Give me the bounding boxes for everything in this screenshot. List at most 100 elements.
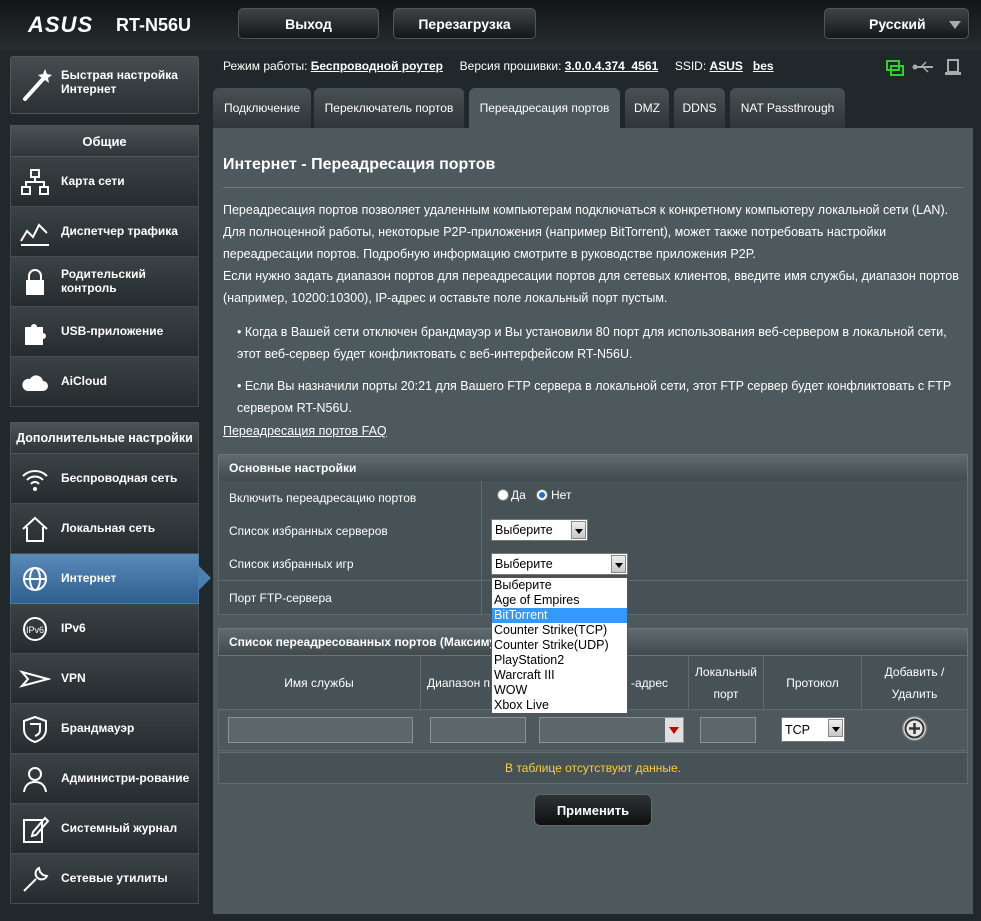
magic-wand-icon — [23, 69, 52, 101]
favorite-games-label: Список избранных игр — [229, 556, 354, 571]
sidebar-item-network-map[interactable]: Карта сети — [10, 157, 199, 207]
enable-forwarding-label: Включить переадресацию портов — [229, 490, 417, 505]
sidebar-item-puzzle[interactable]: USB-приложение — [10, 307, 199, 357]
basic-settings-header: Основные настройки — [218, 454, 968, 482]
mode-label: Режим работы: — [223, 59, 308, 73]
red-arrow-down-icon — [669, 727, 679, 734]
logout-button[interactable]: Выход — [238, 8, 379, 39]
reboot-button[interactable]: Перезагрузка — [393, 8, 536, 39]
game-option[interactable]: Counter Strike(TCP) — [492, 623, 627, 638]
col-add-delete: Добавить / Удалить — [862, 656, 968, 709]
title-divider — [223, 187, 963, 188]
sidebar-item-label: VPN — [61, 671, 86, 685]
active-menu-arrow — [199, 566, 211, 590]
log-icon — [23, 816, 50, 843]
sidebar-item-label: Карта сети — [61, 174, 125, 188]
faq-link[interactable]: Переадресация портов FAQ — [223, 424, 387, 438]
sidebar-item-tools[interactable]: Сетевые утилиты — [10, 854, 199, 904]
usb-icon[interactable] — [912, 61, 934, 73]
chevron-down-icon — [949, 21, 961, 29]
game-option[interactable]: BitTorrent — [492, 608, 627, 623]
status-icons — [885, 58, 965, 83]
col-service-name: Имя службы — [218, 656, 421, 709]
service-name-input[interactable] — [228, 717, 413, 743]
network-status-icon[interactable] — [886, 60, 904, 76]
game-option[interactable]: Warcraft III — [492, 668, 627, 683]
favorite-games-value: Выберите — [495, 557, 553, 571]
protocol-value: TCP — [785, 722, 810, 737]
sidebar-item-shield[interactable]: Брандмауэр — [10, 704, 199, 754]
game-option[interactable]: WOW — [492, 683, 627, 698]
sidebar-item-wifi[interactable]: Беспроводная сеть — [10, 454, 199, 504]
svg-text:IPv6: IPv6 — [26, 625, 44, 635]
favorite-servers-select[interactable]: Выберите — [491, 519, 588, 541]
advanced-header: Дополнительные настройки — [10, 422, 199, 454]
apply-button[interactable]: Применить — [534, 794, 652, 826]
sidebar-item-traffic[interactable]: Диспетчер трафика — [10, 207, 199, 257]
quick-setup-button[interactable]: Быстрая настройка Интернет — [10, 56, 199, 114]
tab-0[interactable]: Подключение — [213, 88, 311, 128]
enable-yes-label: Да — [511, 488, 526, 502]
enable-yes-radio[interactable] — [497, 489, 509, 501]
enable-forwarding-row: Включить переадресацию портов — [218, 481, 968, 515]
language-select[interactable]: Русский — [824, 8, 969, 39]
tab-2[interactable]: Переадресация портов — [469, 88, 620, 128]
game-option[interactable]: Xbox Live — [492, 698, 627, 713]
game-option[interactable]: Выберите — [492, 578, 627, 593]
tab-4[interactable]: DDNS — [674, 88, 725, 128]
favorite-games-dropdown-list[interactable]: Выберите Age of Empires BitTorrent Counter … — [491, 577, 628, 714]
enable-no-radio[interactable] — [536, 489, 548, 501]
note-bullet-2: • Если Вы назначили порты 20:21 для Ваше… — [237, 379, 951, 415]
sidebar-item-home[interactable]: Локальная сеть — [10, 504, 199, 554]
sidebar-item-ipv6[interactable]: IPv6 IPv6 — [10, 604, 199, 654]
ssid-link-2[interactable]: bes — [753, 59, 774, 73]
description-paragraph-1: Переадресация портов позволяет удаленным… — [223, 203, 949, 261]
sidebar-item-label: USB-приложение — [61, 324, 164, 338]
vpn-icon — [19, 670, 51, 688]
firmware-link[interactable]: 3.0.0.4.374_4561 — [565, 59, 658, 73]
tab-1[interactable]: Переключатель портов — [314, 88, 464, 128]
sidebar-item-log[interactable]: Системный журнал — [10, 804, 199, 854]
sidebar-item-admin[interactable]: Администри-рование — [10, 754, 199, 804]
local-port-input[interactable] — [700, 717, 756, 743]
ssid-link-1[interactable]: ASUS — [710, 59, 743, 73]
sidebar-item-vpn[interactable]: VPN — [10, 654, 199, 704]
protocol-select[interactable]: TCP — [781, 717, 845, 742]
network-map-icon — [21, 169, 49, 195]
port-range-input[interactable] — [430, 717, 526, 743]
row-separator — [481, 514, 482, 547]
sidebar-item-label: Диспетчер трафика — [61, 224, 178, 238]
sidebar-item-label: Локальная сеть — [61, 521, 156, 535]
sidebar-item-globe[interactable]: Интернет — [10, 554, 199, 604]
game-option[interactable]: Age of Empires — [492, 593, 627, 608]
cloud-icon — [22, 375, 48, 391]
general-header: Общие — [10, 125, 199, 157]
tab-3[interactable]: DMZ — [625, 88, 669, 128]
quick-setup-label: Быстрая настройка Интернет — [61, 68, 178, 96]
sidebar-item-label: AiCloud — [61, 374, 107, 388]
sidebar-item-label: Беспроводная сеть — [61, 471, 178, 485]
globe-icon — [23, 567, 47, 591]
chevron-down-icon — [828, 719, 843, 737]
admin-icon — [23, 767, 47, 793]
game-option[interactable]: Counter Strike(UDP) — [492, 638, 627, 653]
sidebar-item-label: Администри-рование — [61, 771, 190, 785]
traffic-icon — [20, 223, 49, 246]
tab-5[interactable]: NAT Passthrough — [730, 88, 845, 128]
tools-icon — [23, 866, 49, 892]
ftp-port-label: Порт FTP-сервера — [229, 590, 332, 605]
printer-icon[interactable] — [945, 59, 961, 75]
sidebar-item-cloud[interactable]: AiCloud — [10, 357, 199, 407]
mode-link[interactable]: Беспроводной роутер — [311, 59, 443, 73]
ip-dropdown-button[interactable] — [665, 718, 683, 742]
ip-address-input[interactable] — [539, 717, 684, 743]
shield-icon — [23, 715, 47, 744]
sidebar-item-label: Интернет — [61, 571, 117, 585]
favorite-games-select[interactable]: Выберите — [491, 553, 628, 575]
add-entry-button[interactable] — [901, 715, 928, 742]
col-protocol: Протокол — [764, 656, 862, 709]
game-option[interactable]: PlayStation2 — [492, 653, 627, 668]
ipv6-icon: IPv6 — [23, 617, 47, 641]
sidebar-item-lock[interactable]: Родительский контроль — [10, 257, 199, 307]
sidebar-item-label: Сетевые утилиты — [61, 871, 168, 885]
